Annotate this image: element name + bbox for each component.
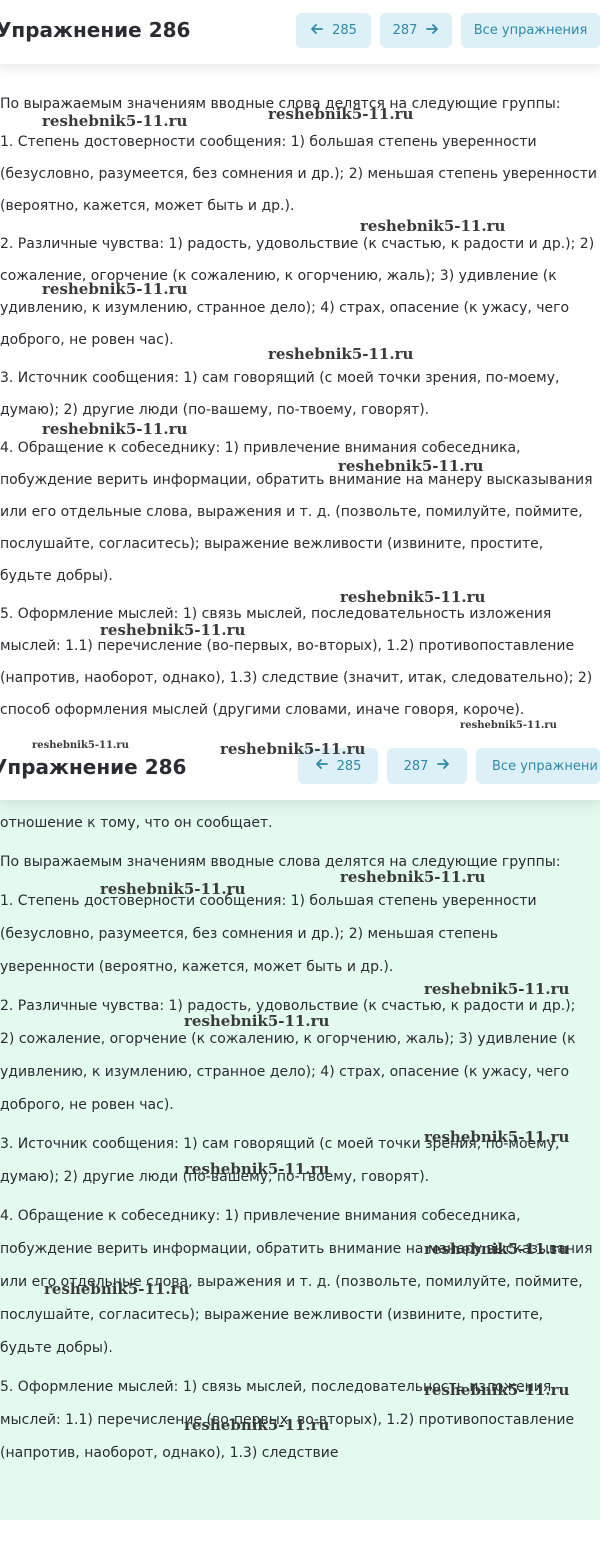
watermark-text: reshebnik5-11.ru <box>424 1381 570 1399</box>
watermark-text: reshebnik5-11.ru <box>460 720 557 731</box>
watermark-text: reshebnik5-11.ru <box>268 345 414 363</box>
all-exercises-label: Все упражнени <box>492 758 598 774</box>
next-exercise-button[interactable]: 287 <box>387 748 467 784</box>
watermark-text: reshebnik5-11.ru <box>424 1128 570 1146</box>
arrow-left-icon <box>315 757 329 775</box>
next-exercise-label: 287 <box>403 758 429 774</box>
exercise-header: Упражнение 286 285 287 Все упражнения <box>0 0 600 64</box>
watermark-text: reshebnik5-11.ru <box>268 105 414 123</box>
prev-exercise-label: 285 <box>336 758 362 774</box>
watermark-text: reshebnik5-11.ru <box>360 217 506 235</box>
page-title: Упражнение 286 <box>0 755 187 779</box>
watermark-text: reshebnik5-11.ru <box>100 880 246 898</box>
text-paragraph: 3. Источник сообщения: 1) сам говорящий … <box>0 370 560 418</box>
watermark-text: reshebnik5-11.ru <box>42 420 188 438</box>
text-paragraph: 1. Степень достоверности сообщения: 1) б… <box>0 893 537 975</box>
watermark-text: reshebnik5-11.ru <box>424 980 570 998</box>
watermark-text: reshebnik5-11.ru <box>32 740 129 751</box>
watermark-text: reshebnik5-11.ru <box>100 621 246 639</box>
text-paragraph: 5. Оформление мыслей: 1) связь мыслей, п… <box>0 606 593 718</box>
watermark-text: reshebnik5-11.ru <box>340 588 486 606</box>
arrow-right-icon <box>436 757 450 775</box>
page-title: Упражнение 286 <box>0 18 191 42</box>
next-exercise-button[interactable]: 287 <box>380 13 452 48</box>
watermark-text: reshebnik5-11.ru <box>340 868 486 886</box>
prev-exercise-button[interactable]: 285 <box>296 13 371 48</box>
text-paragraph: отношение к тому, что он сообщает. <box>0 815 273 831</box>
all-exercises-button[interactable]: Все упражнения <box>461 13 600 48</box>
watermark-text: reshebnik5-11.ru <box>338 457 484 475</box>
watermark-text: reshebnik5-11.ru <box>184 1416 330 1434</box>
text-paragraph: 4. Обращение к собеседнику: 1) привлечен… <box>0 440 593 584</box>
text-paragraph: 2. Различные чувства: 1) радость, удовол… <box>0 998 576 1113</box>
arrow-left-icon <box>310 22 324 40</box>
watermark-text: reshebnik5-11.ru <box>184 1012 330 1030</box>
watermark-text: reshebnik5-11.ru <box>42 280 188 298</box>
text-paragraph: По выражаемым значениям вводные слова де… <box>0 854 561 870</box>
watermark-text: reshebnik5-11.ru <box>44 1280 190 1298</box>
watermark-text: reshebnik5-11.ru <box>42 112 188 130</box>
all-exercises-label: Все упражнения <box>473 23 588 38</box>
arrow-right-icon <box>425 22 439 40</box>
all-exercises-button[interactable]: Все упражнени <box>476 748 600 784</box>
text-paragraph: 1. Степень достоверности сообщения: 1) б… <box>0 134 597 214</box>
next-exercise-label: 287 <box>392 23 418 38</box>
watermark-text: reshebnik5-11.ru <box>424 1240 570 1258</box>
watermark-text: reshebnik5-11.ru <box>184 1160 330 1178</box>
watermark-text: reshebnik5-11.ru <box>220 740 366 758</box>
exercise-text: По выражаемым значениям вводные слова де… <box>0 88 598 732</box>
prev-exercise-label: 285 <box>332 23 357 38</box>
